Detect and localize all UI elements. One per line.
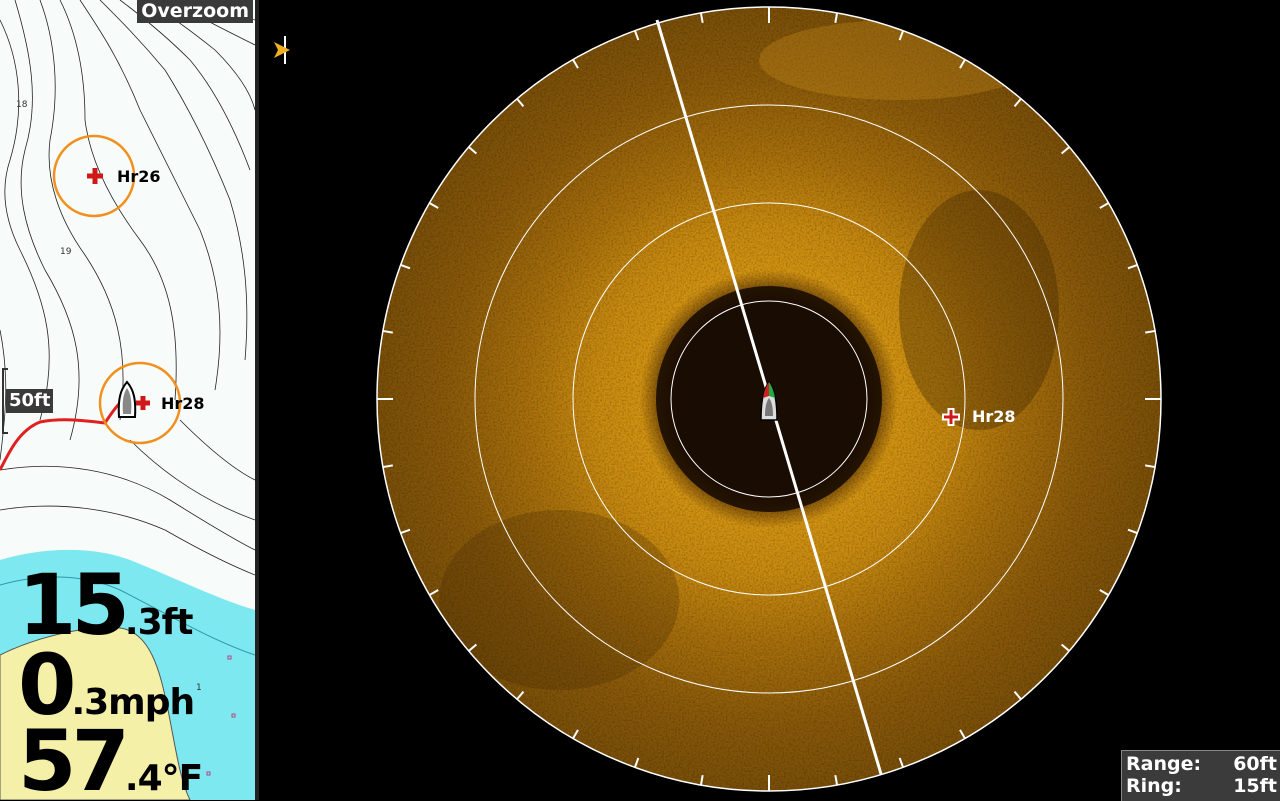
overzoom-label: Overzoom [137,0,253,23]
waypoint-label-hr28[interactable]: Hr28 [161,394,205,413]
ring-label: Ring: [1126,775,1182,797]
range-value: 60ft [1233,753,1277,775]
range-label: Range: [1126,753,1202,775]
contour-depth-label: 1 [196,683,202,693]
temperature-decimal-unit: .4°F [124,758,203,799]
waypoint-cross-icon [136,396,150,410]
boat-icon [117,380,137,418]
waypoint-label-hr26[interactable]: Hr26 [117,167,161,186]
map-scale-label: 50ft [6,389,54,413]
chart-map-panel[interactable]: Overzoom 18 19 1 Hr26 Hr28 50ft 15.3ft 0… [0,0,255,800]
contour-depth-label: 19 [60,247,72,257]
contour-lines [0,0,255,576]
range-info-box: Range: 60ft Ring: 15ft [1121,750,1280,801]
ring-value: 15ft [1233,775,1277,797]
sonar-waypoint-label-hr28[interactable]: Hr28 [972,407,1016,426]
contour-depth-label: 18 [16,100,28,110]
temperature-value: 57 [18,712,130,800]
360-sonar-view[interactable] [259,0,1280,800]
waypoint-cross-icon [87,168,103,184]
temperature-readout: 57.4°F [18,712,203,800]
heading-arrow-icon [274,36,290,64]
